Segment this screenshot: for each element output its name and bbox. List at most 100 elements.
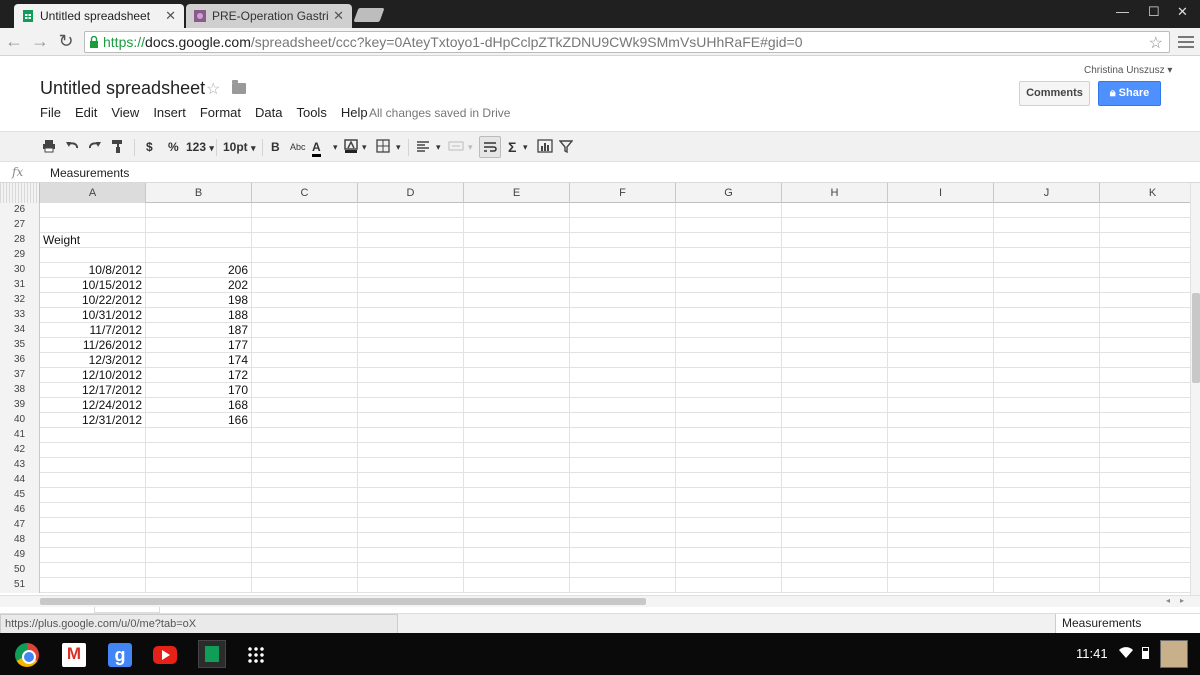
cell-b[interactable]	[146, 233, 252, 248]
cell-d[interactable]	[358, 398, 464, 413]
cell-a[interactable]	[40, 458, 146, 473]
cell-d[interactable]	[358, 338, 464, 353]
cell-h[interactable]	[782, 398, 888, 413]
cell-e[interactable]	[464, 488, 570, 503]
cell-h[interactable]	[782, 383, 888, 398]
menu-format[interactable]: Format	[200, 105, 241, 120]
cell-a[interactable]: 10/22/2012	[40, 293, 146, 308]
cell-c[interactable]	[252, 203, 358, 218]
cell-g[interactable]	[676, 413, 782, 428]
cell-c[interactable]	[252, 278, 358, 293]
cell-e[interactable]	[464, 398, 570, 413]
cell-i[interactable]	[888, 338, 994, 353]
formula-input[interactable]: Measurements	[50, 166, 129, 180]
tab-untitled-spreadsheet[interactable]: Untitled spreadsheet ✕	[14, 4, 184, 28]
cell-d[interactable]	[358, 413, 464, 428]
filter-icon[interactable]	[558, 139, 574, 155]
youtube-app-icon[interactable]	[153, 646, 177, 664]
cell-i[interactable]	[888, 398, 994, 413]
cell-i[interactable]	[888, 383, 994, 398]
cell-h[interactable]	[782, 443, 888, 458]
menu-insert[interactable]: Insert	[153, 105, 186, 120]
cell-h[interactable]	[782, 473, 888, 488]
cell-j[interactable]	[994, 548, 1100, 563]
cell-k[interactable]	[1100, 218, 1190, 233]
currency-format-button[interactable]: $	[146, 139, 153, 155]
cell-j[interactable]	[994, 413, 1100, 428]
cell-h[interactable]	[782, 368, 888, 383]
cell-e[interactable]	[464, 548, 570, 563]
cell-b[interactable]	[146, 578, 252, 593]
cell-i[interactable]	[888, 458, 994, 473]
cell-i[interactable]	[888, 308, 994, 323]
cell-j[interactable]	[994, 533, 1100, 548]
cell-b[interactable]: 177	[146, 338, 252, 353]
cell-j[interactable]	[994, 248, 1100, 263]
cell-j[interactable]	[994, 233, 1100, 248]
cell-d[interactable]	[358, 203, 464, 218]
cell-k[interactable]	[1100, 503, 1190, 518]
cell-e[interactable]	[464, 563, 570, 578]
cell-c[interactable]	[252, 368, 358, 383]
column-header-h[interactable]: H	[782, 183, 888, 203]
cell-a[interactable]: 11/7/2012	[40, 323, 146, 338]
cell-b[interactable]	[146, 248, 252, 263]
cell-i[interactable]	[888, 353, 994, 368]
row-header[interactable]: 33	[0, 308, 40, 323]
cell-b[interactable]	[146, 563, 252, 578]
cell-e[interactable]	[464, 578, 570, 593]
cell-a[interactable]: Weight	[40, 233, 146, 248]
row-header[interactable]: 41	[0, 428, 40, 443]
row-header[interactable]: 50	[0, 563, 40, 578]
cell-a[interactable]: 10/31/2012	[40, 308, 146, 323]
cell-k[interactable]	[1100, 578, 1190, 593]
column-header-d[interactable]: D	[358, 183, 464, 203]
cell-h[interactable]	[782, 353, 888, 368]
cell-a[interactable]: 11/26/2012	[40, 338, 146, 353]
cell-h[interactable]	[782, 248, 888, 263]
cell-f[interactable]	[570, 308, 676, 323]
cell-b[interactable]	[146, 458, 252, 473]
document-title[interactable]: Untitled spreadsheet	[40, 78, 205, 99]
cell-d[interactable]	[358, 533, 464, 548]
cell-d[interactable]	[358, 443, 464, 458]
cell-a[interactable]	[40, 473, 146, 488]
cell-k[interactable]	[1100, 248, 1190, 263]
row-header[interactable]: 38	[0, 383, 40, 398]
cell-j[interactable]	[994, 473, 1100, 488]
cell-c[interactable]	[252, 443, 358, 458]
scroll-right-icon[interactable]: ▸	[1180, 596, 1184, 605]
comments-button[interactable]: Comments	[1019, 81, 1090, 106]
cell-f[interactable]	[570, 203, 676, 218]
cell-k[interactable]	[1100, 293, 1190, 308]
cell-a[interactable]	[40, 248, 146, 263]
cell-e[interactable]	[464, 293, 570, 308]
cell-g[interactable]	[676, 233, 782, 248]
cell-h[interactable]	[782, 218, 888, 233]
system-clock[interactable]: 11:41	[1076, 646, 1108, 661]
cell-j[interactable]	[994, 293, 1100, 308]
cell-k[interactable]	[1100, 338, 1190, 353]
row-header[interactable]: 26	[0, 203, 40, 218]
chevron-down-icon[interactable]: ▾	[436, 139, 441, 155]
cell-b[interactable]: 198	[146, 293, 252, 308]
cell-b[interactable]	[146, 218, 252, 233]
cell-j[interactable]	[994, 443, 1100, 458]
row-header[interactable]: 51	[0, 578, 40, 593]
battery-icon[interactable]	[1142, 647, 1149, 659]
minimize-icon[interactable]: —	[1116, 4, 1129, 19]
cell-d[interactable]	[358, 248, 464, 263]
number-format-dropdown[interactable]: 123 ▾	[186, 139, 214, 155]
cell-c[interactable]	[252, 458, 358, 473]
cell-g[interactable]	[676, 278, 782, 293]
cell-c[interactable]	[252, 338, 358, 353]
cell-k[interactable]	[1100, 413, 1190, 428]
reload-icon[interactable]: ↻	[56, 31, 76, 52]
cell-c[interactable]	[252, 218, 358, 233]
row-header[interactable]: 47	[0, 518, 40, 533]
cell-h[interactable]	[782, 488, 888, 503]
cell-a[interactable]	[40, 518, 146, 533]
cell-j[interactable]	[994, 203, 1100, 218]
cell-g[interactable]	[676, 533, 782, 548]
cell-b[interactable]: 202	[146, 278, 252, 293]
